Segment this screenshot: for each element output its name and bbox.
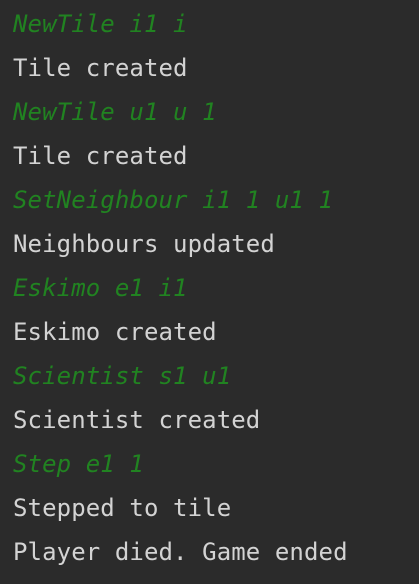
console-input-line: SetNeighbour i1 1 u1 1 <box>13 186 334 214</box>
console-output-panel[interactable]: NewTile i1 i Tile created NewTile u1 u 1… <box>0 0 419 584</box>
console-output-line: Stepped to tile <box>13 494 232 522</box>
console-input-line: Eskimo e1 i1 <box>13 274 188 302</box>
console-input-line: NewTile u1 u 1 <box>13 98 217 126</box>
console-output-line: Eskimo created <box>13 318 217 346</box>
console-output-line: Scientist created <box>13 406 261 434</box>
console-output-line: Tile created <box>13 54 188 82</box>
console-output-line: Neighbours updated <box>13 230 275 258</box>
console-output-line: Player died. Game ended <box>13 538 348 566</box>
console-input-line: Scientist s1 u1 <box>13 362 232 390</box>
console-input-line: Step e1 1 <box>13 450 144 478</box>
console-input-line: NewTile i1 i <box>13 10 188 38</box>
console-output-line: Tile created <box>13 142 188 170</box>
